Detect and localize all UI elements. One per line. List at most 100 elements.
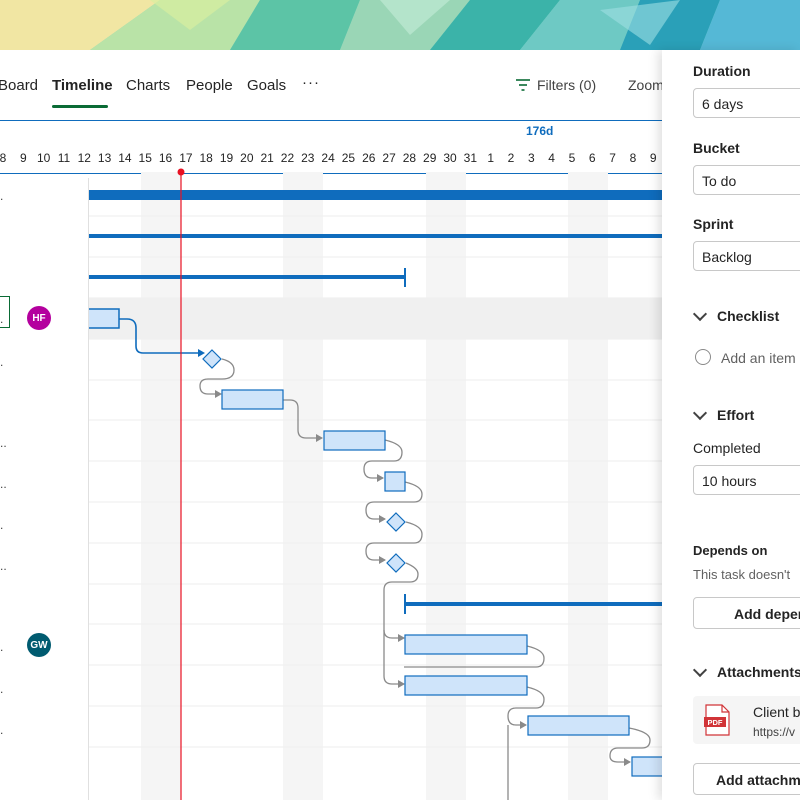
gantt-chart — [0, 172, 662, 800]
day-label: 31 — [463, 151, 478, 165]
tab-goals[interactable]: Goals — [247, 77, 286, 94]
duration-label: Duration — [693, 63, 751, 79]
attachments-heading: Attachments — [717, 664, 800, 680]
task-name-truncated[interactable]: . — [0, 355, 3, 369]
milestone-diamond[interactable] — [386, 553, 406, 573]
task-bar[interactable] — [384, 471, 406, 492]
completed-label: Completed — [693, 440, 761, 456]
day-label: 23 — [301, 151, 315, 165]
avatar[interactable]: HF — [27, 306, 51, 330]
more-options-button[interactable]: ··· — [302, 74, 320, 91]
tab-charts[interactable]: Charts — [126, 77, 170, 94]
day-label: 19 — [219, 151, 234, 165]
task-details-panel: Duration 6 days Bucket To do Sprint Back… — [662, 50, 800, 800]
avatar-initials: GW — [30, 639, 48, 651]
task-name-truncated[interactable]: . — [0, 723, 3, 737]
filters-label: Filters (0) — [537, 77, 597, 93]
timeline-date-header — [0, 120, 662, 174]
day-label: 14 — [118, 151, 132, 165]
filter-icon — [516, 79, 530, 91]
task-name-truncated[interactable]: .. — [0, 477, 7, 491]
header-banner — [0, 0, 800, 50]
sprint-select[interactable]: Backlog — [693, 241, 800, 271]
task-name-truncated[interactable]: . — [0, 189, 3, 203]
task-name-truncated[interactable]: . — [0, 682, 3, 696]
timeline-duration-label: 176d — [526, 124, 554, 138]
day-label: 29 — [423, 151, 437, 165]
checklist-circle-icon[interactable] — [695, 349, 711, 365]
duration-field[interactable]: 6 days — [693, 88, 800, 118]
day-label: 4 — [548, 151, 555, 165]
task-bar[interactable] — [527, 715, 630, 736]
chevron-down-icon — [692, 405, 708, 421]
effort-section-toggle[interactable]: Effort — [692, 405, 755, 423]
task-list-column: . . . .. .. . .. . . . — [0, 178, 89, 800]
day-label: 26 — [362, 151, 376, 165]
avatar[interactable]: GW — [27, 633, 51, 657]
project-summary-bar[interactable] — [88, 190, 662, 200]
zoom-button[interactable]: Zoom — [628, 77, 664, 93]
day-label: 22 — [280, 151, 295, 165]
task-bar-selected[interactable] — [87, 308, 120, 329]
attachments-section-toggle[interactable]: Attachments — [692, 662, 800, 680]
day-label: 13 — [97, 151, 112, 165]
day-label: 2 — [507, 151, 515, 165]
row-lines — [0, 215, 662, 748]
task-bar[interactable] — [404, 675, 528, 696]
depends-on-label: Depends on — [693, 543, 768, 558]
summary-bar[interactable] — [88, 268, 406, 287]
task-name-truncated[interactable]: .. — [0, 559, 7, 573]
task-bar[interactable] — [221, 389, 284, 410]
task-name-truncated[interactable]: . — [0, 640, 3, 654]
milestone-diamond[interactable] — [386, 512, 406, 532]
day-label: 21 — [260, 151, 274, 165]
day-label: 12 — [77, 151, 91, 165]
day-label: 9 — [649, 151, 657, 165]
day-label: 6 — [588, 151, 596, 165]
effort-heading: Effort — [717, 407, 755, 423]
bucket-label: Bucket — [693, 140, 740, 156]
attachment-item[interactable]: PDF Client b https://v — [693, 696, 800, 744]
day-label: 7 — [609, 151, 616, 165]
sprint-label: Sprint — [693, 216, 734, 232]
today-marker — [177, 168, 185, 176]
tab-timeline[interactable]: Timeline — [52, 77, 113, 94]
day-label: 8 — [629, 151, 637, 165]
filters-button[interactable]: Filters (0) — [515, 77, 596, 93]
svg-text:PDF: PDF — [708, 718, 723, 727]
summary-bar[interactable] — [88, 234, 662, 238]
milestone-diamond[interactable] — [202, 349, 222, 369]
add-dependency-button[interactable]: Add depen — [693, 597, 800, 629]
checklist-heading: Checklist — [717, 308, 780, 324]
task-bar[interactable] — [404, 634, 528, 655]
task-name-truncated[interactable]: . — [0, 518, 3, 532]
day-label: 17 — [179, 151, 193, 165]
selected-row — [88, 298, 662, 339]
day-label: 25 — [341, 151, 356, 165]
add-attachment-button[interactable]: Add attachm — [693, 763, 800, 795]
chevron-down-icon — [692, 662, 708, 678]
completed-effort-field[interactable]: 10 hours — [693, 465, 800, 495]
day-label: 16 — [158, 151, 173, 165]
active-tab-indicator — [52, 105, 108, 108]
task-bar[interactable] — [323, 430, 386, 451]
tab-people[interactable]: People — [186, 77, 233, 94]
avatar-initials: HF — [32, 312, 46, 324]
task-bar[interactable] — [631, 756, 662, 777]
bucket-select[interactable]: To do — [693, 165, 800, 195]
day-label: 18 — [199, 151, 213, 165]
tab-board[interactable]: Board — [0, 77, 38, 94]
pdf-file-icon: PDF — [704, 704, 730, 736]
day-label: 9 — [19, 151, 27, 165]
depends-on-text: This task doesn't — [693, 567, 791, 582]
dependency-arrows — [198, 349, 631, 766]
day-label: 15 — [138, 151, 152, 165]
checklist-add-item-input[interactable]: Add an item — [721, 350, 796, 366]
task-name-truncated[interactable]: . — [0, 312, 3, 326]
task-name-truncated[interactable]: .. — [0, 436, 7, 450]
day-label: 27 — [382, 151, 396, 165]
day-label: 3 — [527, 151, 535, 165]
day-label: 11 — [57, 151, 71, 165]
checklist-section-toggle[interactable]: Checklist — [692, 306, 780, 324]
day-label: 8 — [0, 151, 7, 165]
